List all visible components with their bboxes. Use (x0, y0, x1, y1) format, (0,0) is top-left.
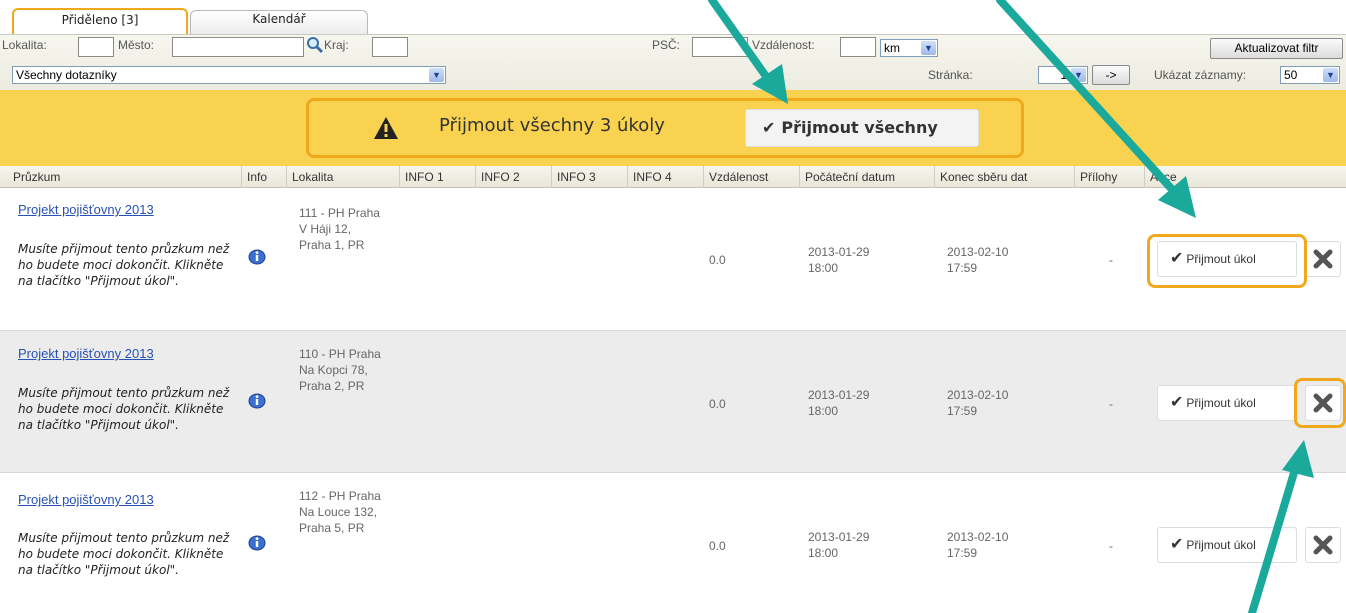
filter-bar: Lokalita: Město: Kraj: PSČ: Vzdálenost: … (0, 34, 1346, 90)
page-select[interactable]: 1 ▼ (1038, 66, 1088, 84)
accept-all-highlight: Přijmout všechny 3 úkoly ✔ Přijmout všech… (306, 98, 1024, 158)
col-actions[interactable]: Akce (1145, 166, 1346, 188)
unit-select[interactable]: km ▼ (880, 39, 938, 57)
row-distance: 0.0 (709, 253, 726, 267)
questionnaire-select-value: Všechny dotazníky (16, 68, 117, 82)
accept-all-button[interactable]: ✔ Přijmout všechny (745, 109, 979, 147)
vzdalenost-input[interactable] (840, 37, 876, 57)
info-icon[interactable] (247, 247, 267, 267)
chevron-down-icon: ▼ (921, 41, 936, 55)
tab-calendar[interactable]: Kalendář (190, 10, 368, 34)
unit-select-value: km (884, 41, 900, 55)
questionnaire-select[interactable]: Všechny dotazníky ▼ (12, 66, 446, 84)
kraj-label: Kraj: (324, 38, 349, 52)
show-records-label: Ukázat záznamy: (1154, 68, 1247, 82)
tab-bar: Přiděleno [3] Kalendář (12, 8, 1346, 34)
row-end-date: 2013-02-10 17:59 (947, 530, 1009, 560)
checkmark-icon: ✔ (1170, 250, 1184, 267)
col-end-date[interactable]: Konec sběru dat (935, 166, 1075, 188)
col-info3[interactable]: INFO 3 (552, 166, 628, 188)
accept-task-button[interactable]: ✔ Přijmout úkol (1157, 527, 1297, 563)
show-records-value: 50 (1284, 68, 1298, 82)
col-info[interactable]: Info (242, 166, 287, 188)
reject-task-button[interactable] (1305, 241, 1341, 277)
chevron-down-icon: ▼ (1323, 68, 1338, 82)
row-attachments: - (1109, 397, 1113, 411)
kraj-input[interactable] (372, 37, 408, 57)
col-info1[interactable]: INFO 1 (400, 166, 476, 188)
row-start-date: 2013-01-29 18:00 (808, 388, 870, 418)
row-distance: 0.0 (709, 397, 726, 411)
table-header: Průzkum Info Lokalita INFO 1 INFO 2 INFO… (0, 166, 1346, 188)
row-attachments: - (1109, 539, 1113, 553)
row-location: 111 - PH Praha V Háji 12, Praha 1, PR (299, 206, 380, 252)
mesto-label: Město: (118, 38, 155, 52)
accept-task-label: Přijmout úkol (1186, 252, 1256, 266)
x-icon (1313, 535, 1333, 555)
row-end-date: 2013-02-10 17:59 (947, 245, 1009, 275)
col-survey[interactable]: Průzkum (8, 166, 242, 188)
col-location[interactable]: Lokalita (287, 166, 400, 188)
checkmark-icon: ✔ (762, 118, 776, 137)
row-start-date: 2013-01-29 18:00 (808, 245, 870, 275)
accept-task-button[interactable]: ✔ Přijmout úkol (1157, 241, 1297, 277)
vzdalenost-label: Vzdálenost: (752, 38, 815, 52)
row-attachments: - (1109, 253, 1113, 267)
lokalita-input[interactable] (78, 37, 114, 57)
page-label: Stránka: (928, 68, 973, 82)
info-icon[interactable] (247, 391, 267, 411)
row-location: 110 - PH Praha Na Kopci 78, Praha 2, PR (299, 347, 381, 393)
row-note: Musíte přijmout tento průzkum než ho bud… (18, 531, 230, 577)
info-icon[interactable] (247, 533, 267, 553)
row-location: 112 - PH Praha Na Louce 132, Praha 5, PR (299, 489, 381, 535)
table-row: Projekt pojišťovny 2013 Musíte přijmout … (0, 331, 1346, 473)
lokalita-label: Lokalita: (2, 38, 47, 52)
row-end-date: 2013-02-10 17:59 (947, 388, 1009, 418)
tab-assigned[interactable]: Přiděleno [3] (12, 8, 188, 34)
x-icon (1313, 393, 1333, 413)
chevron-down-icon: ▼ (1071, 68, 1086, 82)
col-attachments[interactable]: Přílohy (1075, 166, 1145, 188)
row-note: Musíte přijmout tento průzkum než ho bud… (18, 242, 230, 288)
col-info4[interactable]: INFO 4 (628, 166, 704, 188)
accept-all-text: Přijmout všechny 3 úkoly (439, 115, 665, 136)
accept-task-label: Přijmout úkol (1186, 538, 1256, 552)
accept-all-banner: Přijmout všechny 3 úkoly ✔ Přijmout všech… (0, 90, 1346, 166)
col-info2[interactable]: INFO 2 (476, 166, 552, 188)
col-start-date[interactable]: Počáteční datum (800, 166, 935, 188)
reject-task-button[interactable] (1305, 527, 1341, 563)
update-filter-button[interactable]: Aktualizovat filtr (1210, 38, 1343, 59)
reject-task-button[interactable] (1305, 385, 1341, 421)
page-select-value: 1 (1060, 68, 1067, 82)
go-page-button[interactable]: -> (1092, 65, 1130, 85)
psc-label: PSČ: (652, 38, 681, 52)
search-icon[interactable] (306, 36, 324, 54)
project-link[interactable]: Projekt pojišťovny 2013 (18, 202, 154, 217)
project-link[interactable]: Projekt pojišťovny 2013 (18, 346, 154, 361)
warning-triangle-icon (373, 115, 399, 141)
x-icon (1313, 249, 1333, 269)
table-row: Projekt pojišťovny 2013 Musíte přijmout … (0, 473, 1346, 613)
col-distance[interactable]: Vzdálenost (704, 166, 800, 188)
accept-all-button-label: Přijmout všechny (781, 118, 938, 137)
chevron-down-icon: ▼ (429, 68, 444, 82)
psc-input[interactable] (692, 37, 748, 57)
table-row: Projekt pojišťovny 2013 Musíte přijmout … (0, 189, 1346, 331)
accept-task-label: Přijmout úkol (1186, 396, 1256, 410)
row-start-date: 2013-01-29 18:00 (808, 530, 870, 560)
show-records-select[interactable]: 50 ▼ (1280, 66, 1340, 84)
checkmark-icon: ✔ (1170, 394, 1184, 411)
mesto-input[interactable] (172, 37, 304, 57)
row-distance: 0.0 (709, 539, 726, 553)
project-link[interactable]: Projekt pojišťovny 2013 (18, 492, 154, 507)
checkmark-icon: ✔ (1170, 536, 1184, 553)
row-note: Musíte přijmout tento průzkum než ho bud… (18, 386, 230, 432)
accept-task-button[interactable]: ✔ Přijmout úkol (1157, 385, 1297, 421)
